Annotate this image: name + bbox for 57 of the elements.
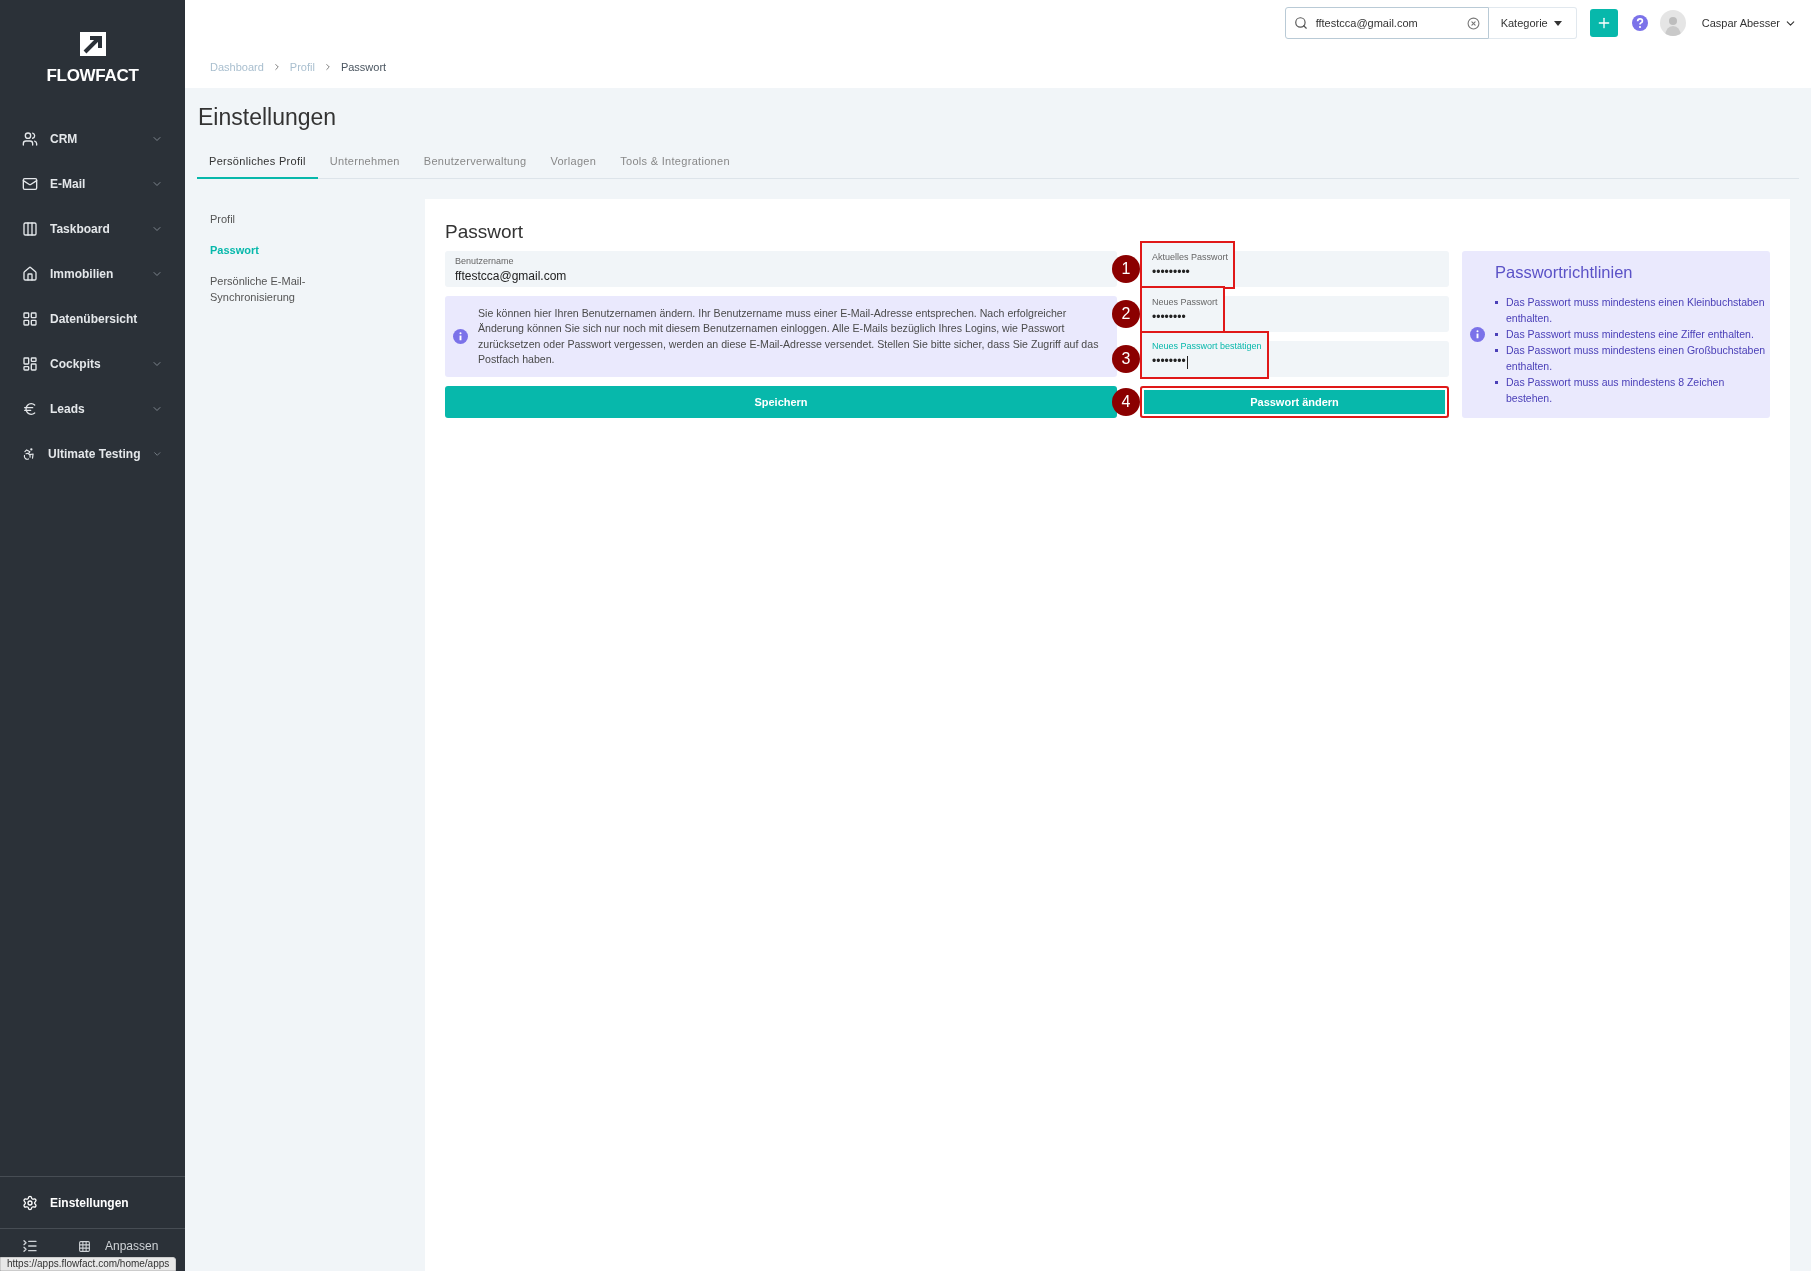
step-marker: 3 <box>1112 345 1140 373</box>
columns-icon <box>22 220 38 237</box>
bullet-icon <box>1495 381 1498 384</box>
guideline-item: Das Passwort muss aus mindestens 8 Zeichen bestehen. <box>1506 375 1726 406</box>
breadcrumb-link[interactable]: Passwort <box>340 61 387 73</box>
info-icon <box>1470 327 1485 342</box>
nav-item[interactable]: Cockpits <box>0 341 185 386</box>
grid-icon <box>22 310 38 327</box>
search-icon <box>1293 16 1308 30</box>
euro-icon <box>22 400 38 417</box>
logo-text: FLOWFACT <box>46 66 139 86</box>
settings-icon <box>22 1194 38 1211</box>
guideline-item: Das Passwort muss mindestens einen Großbuchstaben enthalten. <box>1506 343 1766 374</box>
mail-icon <box>22 175 38 192</box>
nav-item[interactable]: Ultimate Testing <box>0 431 185 476</box>
help-icon[interactable] <box>1631 15 1648 31</box>
tab[interactable]: Persönliches Profil <box>197 155 318 179</box>
grid-icon <box>78 1239 91 1253</box>
subnav-link[interactable]: Persönliche E-Mail-Synchronisierung <box>210 273 320 305</box>
step-marker: 4 <box>1112 388 1140 416</box>
step-marker: 2 <box>1112 300 1140 328</box>
bullet-icon <box>1495 333 1498 336</box>
info-icon <box>453 329 468 344</box>
guidelines-title: Passwortrichtlinien <box>1495 263 1634 282</box>
nav-item[interactable]: Immobilien <box>0 251 185 296</box>
bullet-icon <box>1495 301 1498 304</box>
nav-item[interactable]: Leads <box>0 386 185 431</box>
nav-item[interactable]: Datenübersicht <box>0 296 185 341</box>
clear-icon[interactable] <box>1466 16 1480 30</box>
logo-icon <box>79 32 106 56</box>
password-field[interactable]: Neues Passwort bestätigen •••••••• <box>1140 331 1269 379</box>
caret-icon <box>1553 20 1562 26</box>
card-title: Passwort <box>445 221 525 243</box>
bullet-icon <box>1495 349 1498 352</box>
info-text: Sie können hier Ihren Benutzernamen ändern. Ihr Benutzername muss einer E-Mail-Adresse entsprechen. Nach erfolgreicher Änderung können Sie sich nur noch mit diesem Benutzernamen einloggen. Alle E-Mails bezüglich Ihres Logins, wie Passwort zurücksetzen oder Passwort vergessen, werden an diese E-Mail-Adresse versendet. Stellen Sie bitte sicher, dass Sie Zugriff auf das Postfach haben. <box>478 305 1100 367</box>
wheelchair-icon <box>22 445 36 462</box>
step-marker: 1 <box>1112 255 1140 283</box>
category-dropdown[interactable]: Kategorie <box>1488 7 1577 39</box>
guideline-item: Das Passwort muss mindestens einen Kleinbuchstaben enthalten. <box>1506 295 1766 326</box>
collapse-icon[interactable] <box>22 1238 38 1254</box>
guideline-item: Das Passwort muss mindestens eine Ziffer enthalten. <box>1506 327 1754 342</box>
add-button[interactable] <box>1589 9 1618 37</box>
subnav-link[interactable]: Profil <box>210 211 320 227</box>
password-field[interactable]: Neues Passwort •••••••• <box>1140 286 1225 334</box>
username-field[interactable]: Benutzername fftestcca@gmail.com <box>445 251 1117 287</box>
nav-item[interactable]: E-Mail <box>0 161 185 206</box>
house-icon <box>22 265 38 282</box>
page-title: Einstellungen <box>198 104 338 131</box>
password-field[interactable]: Aktuelles Passwort ••••••••• <box>1140 241 1236 289</box>
user-menu[interactable]: Caspar Abesser <box>1695 15 1803 31</box>
dashboard-icon <box>22 355 38 372</box>
nav-item[interactable]: CRM <box>0 116 185 161</box>
nav-item[interactable]: Taskboard <box>0 206 185 251</box>
customize-button[interactable]: Anpassen <box>78 1239 159 1253</box>
search-field[interactable]: fftestcca@gmail.com <box>1284 7 1489 39</box>
status-url: https://apps.flowfact.com/home/apps <box>0 1257 177 1271</box>
users-icon <box>22 130 38 147</box>
